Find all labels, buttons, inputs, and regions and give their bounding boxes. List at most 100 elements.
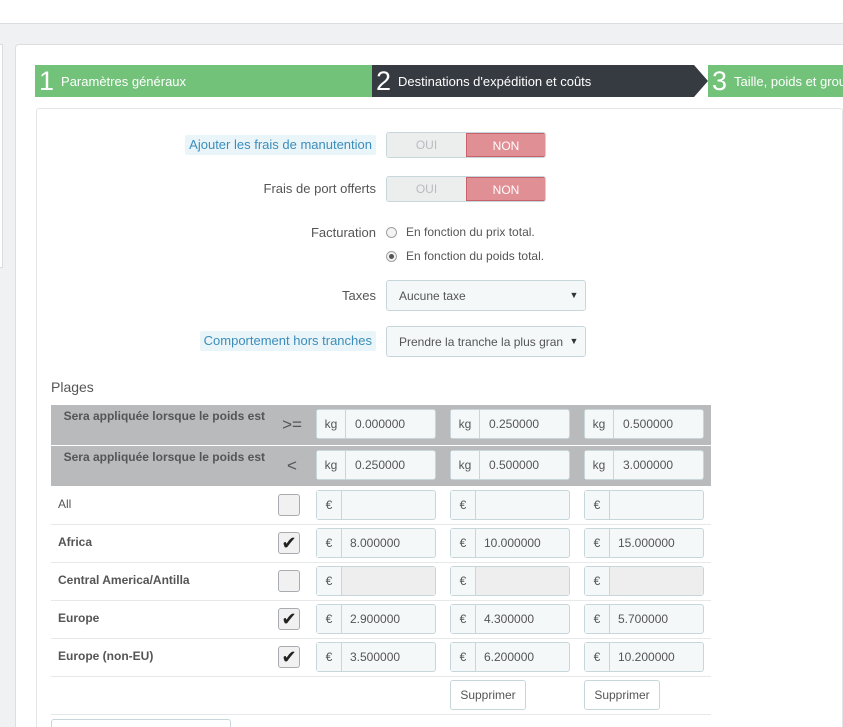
handling-label[interactable]: Ajouter les frais de manutention (185, 135, 376, 155)
price-input-disabled: € (450, 566, 570, 596)
currency-addon: € (451, 491, 476, 519)
range-to-input[interactable]: kg 0.500000 (450, 450, 570, 480)
delete-range-button[interactable]: Supprimer (584, 680, 660, 710)
range-from-input[interactable]: kg 0.500000 (584, 409, 704, 439)
select-value: Prendre la tranche la plus grande (399, 335, 577, 349)
range-to-row: Sera appliquée lorsque le poids est < kg… (51, 446, 711, 486)
step-label: Taille, poids et groupes (734, 73, 843, 89)
price-input[interactable]: € 15.000000 (584, 528, 704, 558)
radio-button[interactable] (386, 226, 397, 238)
select-value: Aucune taxe (399, 289, 466, 303)
step-number: 3 (712, 66, 728, 96)
zone-checkbox-checked[interactable]: ✔ (278, 608, 300, 630)
switch-yes[interactable]: OUI (387, 177, 466, 201)
range-from-input[interactable]: kg 0.250000 (450, 409, 570, 439)
range-from-input[interactable]: kg 0.000000 (316, 409, 436, 439)
range-to-input[interactable]: kg 0.250000 (316, 450, 436, 480)
operator-ge: >= (282, 415, 302, 434)
disabled-area (342, 567, 435, 595)
currency-addon: € (451, 643, 476, 671)
handling-switch[interactable]: OUI NON (386, 132, 546, 158)
zone-row-europe-non-eu: Europe (non-EU) ✔ € 3.500000 € 6.200000 … (51, 639, 711, 677)
input-value: 5.700000 (618, 612, 669, 626)
switch-no[interactable]: NON (466, 133, 545, 157)
top-bar (0, 0, 843, 24)
zone-checkbox-checked[interactable]: ✔ (278, 646, 300, 668)
zone-name: All (58, 497, 72, 511)
zone-checkbox-checked[interactable]: ✔ (278, 532, 300, 554)
step-2-arrow (694, 65, 708, 97)
step-3[interactable]: 3 Taille, poids et groupes (708, 65, 843, 97)
range-to-label: Sera appliquée lorsque le poids est (63, 450, 265, 464)
price-input[interactable]: € (584, 490, 704, 520)
currency-addon: € (317, 491, 342, 519)
switch-no[interactable]: NON (466, 177, 545, 201)
currency-addon: € (451, 529, 476, 557)
zone-name: Europe (58, 611, 100, 625)
switch-yes[interactable]: OUI (387, 133, 466, 157)
billing-label: Facturation (310, 225, 376, 240)
input-value: 3.500000 (350, 650, 401, 664)
out-of-range-label[interactable]: Comportement hors tranches (199, 331, 376, 351)
zone-checkbox[interactable] (278, 570, 300, 592)
price-input[interactable]: € 10.200000 (584, 642, 704, 672)
price-input[interactable]: € 8.000000 (316, 528, 436, 558)
price-input[interactable]: € 2.900000 (316, 604, 436, 634)
taxes-label: Taxes (342, 288, 376, 303)
currency-addon: € (585, 491, 610, 519)
unit-addon: kg (317, 451, 346, 479)
zone-checkbox[interactable] (278, 494, 300, 516)
price-input-disabled: € (584, 566, 704, 596)
left-panel (0, 44, 3, 268)
input-value: 15.000000 (618, 536, 675, 550)
step-2[interactable]: 2 Destinations d'expédition et coûts (372, 65, 694, 97)
price-input[interactable]: € (316, 490, 436, 520)
zone-name: Africa (58, 535, 93, 549)
billing-option-price[interactable]: En fonction du prix total. (386, 223, 535, 241)
currency-addon: € (585, 567, 610, 595)
currency-addon: € (585, 529, 610, 557)
shipping-form: Ajouter les frais de manutention OUI NON… (36, 108, 843, 727)
price-input[interactable]: € 3.500000 (316, 642, 436, 672)
currency-addon: € (317, 605, 342, 633)
zone-row-central-america: Central America/Antilla € € € (51, 563, 711, 601)
radio-label: En fonction du prix total. (406, 225, 535, 239)
range-to-input[interactable]: kg 3.000000 (584, 450, 704, 480)
price-input[interactable]: € 4.300000 (450, 604, 570, 634)
unit-addon: kg (451, 451, 480, 479)
add-range-button[interactable] (51, 719, 231, 727)
zone-row-africa: Africa ✔ € 8.000000 € 10.000000 € 15.000… (51, 525, 711, 563)
zone-name: Central America/Antilla (58, 573, 190, 587)
unit-addon: kg (585, 410, 614, 438)
price-input[interactable]: € (450, 490, 570, 520)
radio-button[interactable] (386, 250, 397, 262)
zone-name: Europe (non-EU) (58, 649, 154, 663)
delete-range-button[interactable]: Supprimer (450, 680, 526, 710)
taxes-select[interactable]: Aucune taxe ▼ (386, 280, 586, 311)
step-1-arrow (357, 65, 371, 97)
input-value: 10.200000 (618, 650, 675, 664)
free-shipping-switch[interactable]: OUI NON (386, 176, 546, 202)
input-value: 0.250000 (489, 417, 540, 431)
input-value: 0.500000 (623, 417, 674, 431)
billing-option-weight[interactable]: En fonction du poids total. (386, 247, 544, 265)
price-input[interactable]: € 5.700000 (584, 604, 704, 634)
taxes-row: Taxes Aucune taxe ▼ (37, 280, 843, 311)
input-value: 3.000000 (623, 458, 674, 472)
currency-addon: € (451, 567, 476, 595)
input-value: 0.250000 (355, 458, 406, 472)
out-of-range-select[interactable]: Prendre la tranche la plus grande ▼ (386, 326, 586, 357)
currency-addon: € (317, 567, 342, 595)
zone-row-all: All € € € (51, 487, 711, 525)
step-label: Paramètres généraux (61, 73, 187, 89)
currency-addon: € (317, 529, 342, 557)
input-value: 0.000000 (355, 417, 406, 431)
input-value: 0.500000 (489, 458, 540, 472)
step-1[interactable]: 1 Paramètres généraux (35, 65, 372, 97)
operator-lt: < (287, 456, 297, 475)
delete-row: Supprimer Supprimer (51, 677, 711, 715)
price-input[interactable]: € 10.000000 (450, 528, 570, 558)
handling-row: Ajouter les frais de manutention OUI NON (37, 132, 843, 158)
price-input[interactable]: € 6.200000 (450, 642, 570, 672)
caret-down-icon: ▼ (563, 327, 585, 356)
